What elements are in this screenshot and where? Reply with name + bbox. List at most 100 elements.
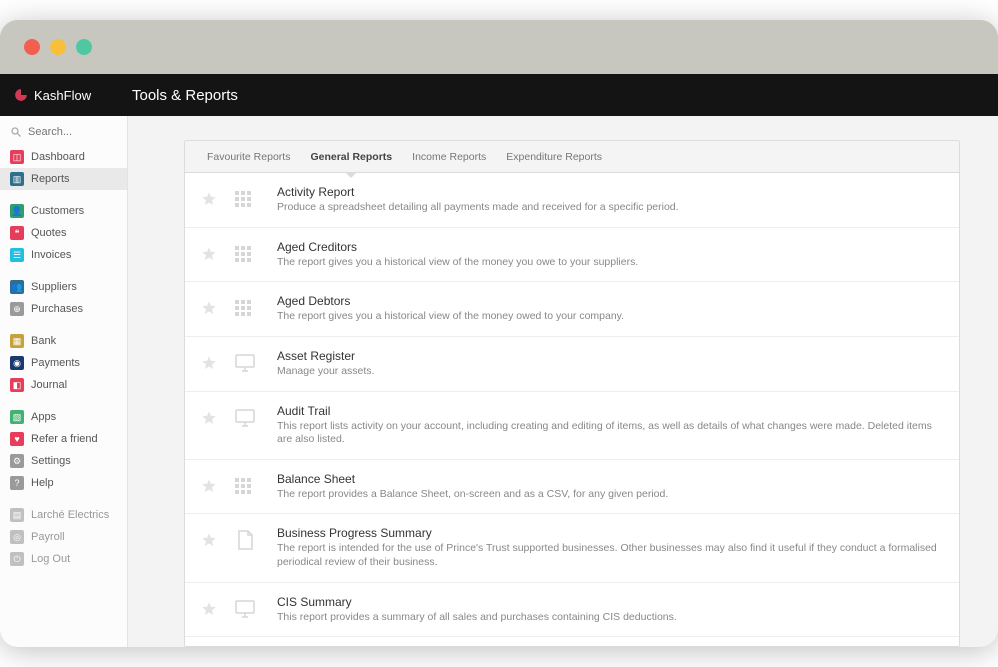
report-row[interactable]: CIS SummaryThis report provides a summar…: [185, 583, 959, 638]
doc-icon: [231, 528, 259, 552]
building-icon: ▤: [10, 508, 24, 522]
gear-icon: ⚙: [10, 454, 24, 468]
favourite-star-icon[interactable]: [201, 191, 217, 207]
dashboard-icon: ◫: [10, 150, 24, 164]
report-text: Asset RegisterManage your assets.: [277, 349, 943, 379]
report-text: Activity Report Produce a spreadsheet det…: [277, 185, 943, 215]
report-description: This report lists activity on your accou…: [277, 420, 943, 447]
report-row[interactable]: Activity Report Produce a spreadsheet det…: [185, 173, 959, 228]
cart-icon: ⊕: [10, 302, 24, 316]
sidebar-item-label: Dashboard: [31, 151, 85, 163]
favourite-star-icon[interactable]: [201, 355, 217, 371]
favourite-star-icon[interactable]: [201, 478, 217, 494]
sidebar-item-quotes[interactable]: ❝Quotes: [0, 222, 127, 244]
sidebar-item-label: Purchases: [31, 303, 83, 315]
report-title: Activity Report: [277, 185, 943, 199]
tab-general-reports[interactable]: General Reports: [300, 141, 402, 172]
sidebar-item-suppliers[interactable]: 👥Suppliers: [0, 276, 127, 298]
brand-logo-icon: [14, 88, 28, 102]
apps-icon: ▧: [10, 410, 24, 424]
sidebar-item-settings[interactable]: ⚙ Settings: [0, 450, 127, 472]
sidebar-item-bank[interactable]: ▦ Bank: [0, 330, 127, 352]
grid-icon: [231, 474, 259, 498]
users-icon: 👥: [10, 280, 24, 294]
sidebar-item-label: Apps: [31, 411, 56, 423]
sidebar-item-payroll[interactable]: ◎ Payroll: [0, 526, 127, 548]
window-titlebar: [0, 20, 998, 74]
app-header: KashFlow Tools & Reports: [0, 74, 998, 116]
sidebar-item-log-out[interactable]: ⏻ Log Out: [0, 548, 127, 570]
grid-icon: [231, 242, 259, 266]
close-icon[interactable]: [24, 39, 40, 55]
tab-expenditure-reports[interactable]: Expenditure Reports: [496, 141, 612, 172]
sidebar-item-reports[interactable]: ▥ Reports: [0, 168, 127, 190]
report-row[interactable]: Audit Trail This report lists activity on…: [185, 392, 959, 460]
sidebar-item-label: Log Out: [31, 553, 70, 565]
sidebar-item-journal[interactable]: ◧ Journal: [0, 374, 127, 396]
favourite-star-icon[interactable]: [201, 410, 217, 426]
sidebar-item-payments[interactable]: ◉ Payments: [0, 352, 127, 374]
report-title: Aged Debtors: [277, 294, 943, 308]
brand[interactable]: KashFlow: [14, 88, 124, 103]
report-title: Business Progress Summary: [277, 526, 943, 540]
sidebar-item-label: Invoices: [31, 249, 71, 261]
favourite-star-icon[interactable]: [201, 300, 217, 316]
report-row[interactable]: Balance SheetThe report provides a Balan…: [185, 460, 959, 515]
help-icon: ?: [10, 476, 24, 490]
search-input[interactable]: [28, 126, 117, 138]
sidebar-item-label: Payments: [31, 357, 80, 369]
favourite-star-icon[interactable]: [201, 532, 217, 548]
sidebar-item-refer-a-friend[interactable]: ♥Refer a friend: [0, 428, 127, 450]
sidebar: ◫ Dashboard ▥ Reports 👤Customers❝Quotes ☰ Invo…: [0, 116, 128, 647]
sidebar-item-label: Help: [31, 477, 54, 489]
logout-icon: ⏻: [10, 552, 24, 566]
report-description: Produce a spreadsheet detailing all paym…: [277, 201, 943, 215]
page-title: Tools & Reports: [124, 87, 238, 104]
sidebar-item-invoices[interactable]: ☰ Invoices: [0, 244, 127, 266]
tab-income-reports[interactable]: Income Reports: [402, 141, 496, 172]
report-row[interactable]: Aged CreditorsThe report gives you a his…: [185, 228, 959, 283]
zoom-icon[interactable]: [76, 39, 92, 55]
sidebar-item-purchases[interactable]: ⊕ Purchases: [0, 298, 127, 320]
payroll-icon: ◎: [10, 530, 24, 544]
sidebar-item-help[interactable]: ? Help: [0, 472, 127, 494]
sidebar-item-label: Journal: [31, 379, 67, 391]
invoice-icon: ☰: [10, 248, 24, 262]
grid-icon: [231, 296, 259, 320]
report-description: The report gives you a historical view o…: [277, 310, 943, 324]
grid-icon: [231, 187, 259, 211]
favourite-star-icon[interactable]: [201, 601, 217, 617]
monitor-icon: [231, 597, 259, 621]
journal-icon: ◧: [10, 378, 24, 392]
report-row[interactable]: Asset RegisterManage your assets.: [185, 337, 959, 392]
report-description: This report provides a summary of all sa…: [277, 611, 943, 625]
report-text: Aged Debtors The report gives you a histo…: [277, 294, 943, 324]
minimize-icon[interactable]: [50, 39, 66, 55]
quote-icon: ❝: [10, 226, 24, 240]
sidebar-item-customers[interactable]: 👤Customers: [0, 200, 127, 222]
sidebar-item-dashboard[interactable]: ◫ Dashboard: [0, 146, 127, 168]
report-row[interactable]: Aged Debtors The report gives you a histo…: [185, 282, 959, 337]
sidebar-item-label: Payroll: [31, 531, 65, 543]
sidebar-item-label: Settings: [31, 455, 71, 467]
search-box[interactable]: [0, 122, 127, 146]
bank-icon: ▦: [10, 334, 24, 348]
card-icon: ◉: [10, 356, 24, 370]
monitor-icon: [231, 351, 259, 375]
tab-favourite-reports[interactable]: Favourite Reports: [197, 141, 300, 172]
chart-icon: ▥: [10, 172, 24, 186]
report-description: The report provides a Balance Sheet, on-…: [277, 488, 943, 502]
sidebar-item-apps[interactable]: ▧ Apps: [0, 406, 127, 428]
app-window: KashFlow Tools & Reports ◫ Dashboard ▥ Repo…: [0, 20, 998, 647]
report-text: Balance SheetThe report provides a Balan…: [277, 472, 943, 502]
report-title: Asset Register: [277, 349, 943, 363]
report-description: The report gives you a historical view o…: [277, 256, 943, 270]
report-title: Audit Trail: [277, 404, 943, 418]
sidebar-item-label: Reports: [31, 173, 70, 185]
search-icon: [10, 126, 22, 138]
report-row[interactable]: Business Progress Summary The report is i…: [185, 514, 959, 582]
sidebar-item-larch-electrics[interactable]: ▤Larché Electrics: [0, 504, 127, 526]
sidebar-item-label: Bank: [31, 335, 56, 347]
favourite-star-icon[interactable]: [201, 246, 217, 262]
report-description: The report is intended for the use of Pr…: [277, 542, 943, 569]
